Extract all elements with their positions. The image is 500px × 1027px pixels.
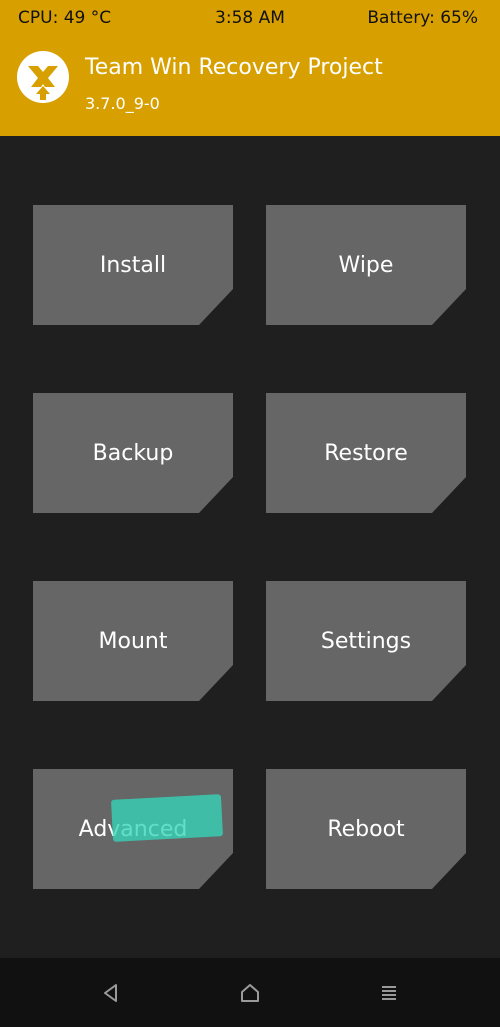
wipe-label: Wipe bbox=[338, 252, 394, 278]
twrp-screen: CPU: 49 °C 3:58 AM Battery: 65% Team Win… bbox=[0, 0, 500, 1027]
reboot-button[interactable]: Reboot bbox=[266, 769, 466, 889]
home-icon[interactable] bbox=[233, 976, 267, 1010]
backup-button[interactable]: Backup bbox=[33, 393, 233, 513]
advanced-label: Advanced bbox=[78, 816, 188, 842]
restore-label: Restore bbox=[324, 440, 408, 466]
install-button[interactable]: Install bbox=[33, 205, 233, 325]
app-version: 3.7.0_9-0 bbox=[85, 94, 160, 113]
battery-status: Battery: 65% bbox=[367, 8, 478, 28]
advanced-button[interactable]: Advanced bbox=[33, 769, 233, 889]
main-menu-grid: Install Wipe Backup Restore Mount Settin… bbox=[0, 136, 500, 958]
menu-lines-icon[interactable] bbox=[372, 976, 406, 1010]
back-triangle-icon[interactable] bbox=[94, 976, 128, 1010]
settings-label: Settings bbox=[320, 628, 412, 654]
wipe-button[interactable]: Wipe bbox=[266, 205, 466, 325]
navigation-bar bbox=[0, 958, 500, 1027]
mount-label: Mount bbox=[98, 628, 168, 654]
restore-button[interactable]: Restore bbox=[266, 393, 466, 513]
mount-button[interactable]: Mount bbox=[33, 581, 233, 701]
twrp-logo-icon bbox=[16, 50, 70, 104]
status-bar: CPU: 49 °C 3:58 AM Battery: 65% bbox=[0, 0, 500, 38]
backup-label: Backup bbox=[92, 440, 174, 466]
app-title: Team Win Recovery Project bbox=[85, 55, 383, 80]
reboot-label: Reboot bbox=[327, 816, 405, 842]
install-label: Install bbox=[99, 252, 167, 278]
settings-button[interactable]: Settings bbox=[266, 581, 466, 701]
app-header: Team Win Recovery Project 3.7.0_9-0 bbox=[0, 38, 500, 136]
